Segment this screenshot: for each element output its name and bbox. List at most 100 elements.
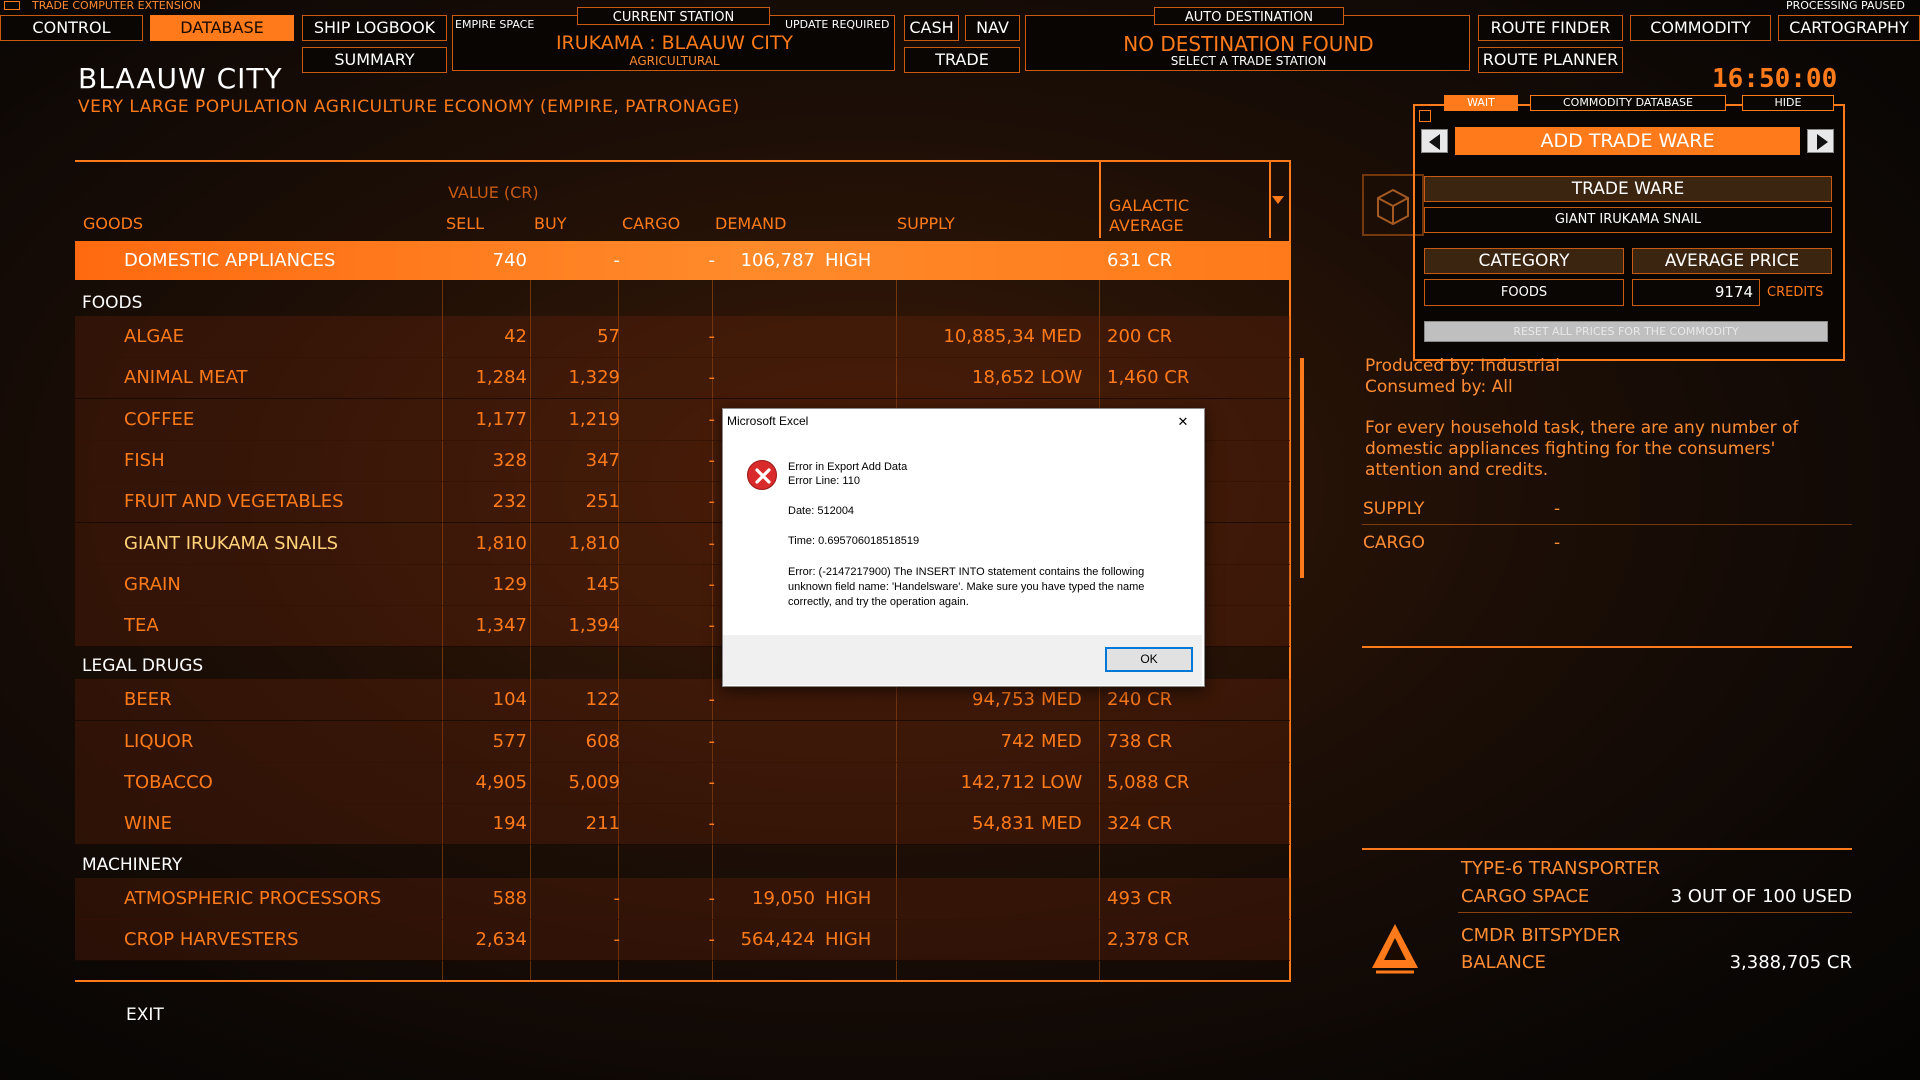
reset-prices-button[interactable]: RESET ALL PRICES FOR THE COMMODITY	[1424, 321, 1828, 342]
database-button[interactable]: DATABASE	[150, 15, 294, 41]
table-row-selected[interactable]: DOMESTIC APPLIANCES 740 - - 106,787 HIGH…	[75, 241, 1290, 280]
cmdr-name: CMDR BITSPYDER	[1461, 925, 1621, 946]
error-line2: Error Line: 110	[788, 475, 860, 487]
name: FISH	[124, 449, 165, 471]
route-finder-button[interactable]: ROUTE FINDER	[1478, 15, 1623, 41]
add-trade-ware-button[interactable]: ADD TRADE WARE	[1455, 127, 1800, 155]
supply-value: -	[1554, 499, 1561, 519]
scrollbar-track[interactable]	[1300, 358, 1304, 578]
galactic-average-header-line2[interactable]: AVERAGE	[1109, 216, 1184, 235]
cash-button[interactable]: CASH	[904, 15, 959, 41]
sort-dropdown-icon[interactable]	[1272, 196, 1284, 204]
table-row[interactable]: ANIMAL MEAT 1,284 1,329 - 18,652 LOW 1,460 CR	[75, 357, 1290, 400]
dialog-close-button[interactable]: ✕	[1171, 412, 1195, 432]
checkbox-icon[interactable]	[4, 1, 20, 10]
avg-cell: 2,378 CR	[1107, 928, 1190, 950]
demand-header[interactable]: DEMAND	[715, 214, 786, 233]
next-arrow-button[interactable]	[1807, 129, 1834, 153]
name: BEER	[124, 689, 172, 711]
buy-cell: 1,394	[568, 615, 620, 637]
supply-cell: 142,712	[960, 772, 1035, 793]
average-price-field[interactable]: 9174	[1632, 279, 1760, 306]
demand-level-cell: HIGH	[825, 928, 872, 950]
cartography-button[interactable]: CARTOGRAPHY	[1778, 15, 1920, 41]
buy-header[interactable]: BUY	[534, 214, 566, 233]
trade-ware-field[interactable]: GIANT IRUKAMA SNAIL	[1424, 207, 1832, 233]
category-label: CATEGORY	[1424, 248, 1624, 274]
faction-emblem-icon	[1364, 920, 1426, 976]
name: LIQUOR	[124, 730, 194, 752]
station-subtitle: VERY LARGE POPULATION AGRICULTURE ECONOM…	[78, 97, 740, 117]
right-arrow-icon	[1817, 134, 1828, 150]
clock: 16:50:00	[1712, 64, 1838, 94]
sell-cell: 1,810	[475, 532, 527, 554]
demand-level: HIGH	[825, 250, 872, 271]
wait-tab[interactable]: WAIT	[1444, 95, 1518, 111]
current-station-tab: CURRENT STATION	[577, 7, 770, 25]
name: CROP HARVESTERS	[124, 928, 299, 950]
nav-button[interactable]: NAV	[965, 15, 1020, 41]
divider	[1362, 646, 1852, 648]
panel-checkbox-icon[interactable]	[1419, 110, 1431, 122]
table-row[interactable]: TOBACCO 4,905 5,009 - 142,712 LOW 5,088 CR	[75, 762, 1290, 804]
name: COFFEE	[124, 408, 195, 430]
cargo-cell: -	[708, 326, 716, 347]
commodity-button[interactable]: COMMODITY	[1630, 15, 1771, 41]
goods-header[interactable]: GOODS	[83, 214, 143, 233]
cargo-cell: -	[708, 573, 716, 595]
buy-cell: -	[613, 928, 621, 950]
category-header[interactable]: LEGAL DRUGS	[82, 656, 203, 676]
buy-cell: 5,009	[568, 772, 620, 793]
trade-button[interactable]: TRADE	[904, 47, 1020, 73]
cargo-cell: -	[708, 449, 716, 471]
name: TOBACCO	[124, 772, 213, 793]
ok-button[interactable]: OK	[1105, 647, 1193, 672]
table-row[interactable]: LIQUOR 577 608 - 742 MED 738 CR	[75, 720, 1290, 763]
auto-destination-label: AUTO DESTINATION	[1184, 10, 1314, 25]
average-price-label: AVERAGE PRICE	[1632, 248, 1832, 274]
extension-label: TRADE COMPUTER EXTENSION	[32, 0, 201, 12]
buy-cell: 1,810	[568, 532, 620, 554]
divider	[1362, 524, 1852, 525]
category-field[interactable]: FOODS	[1424, 279, 1624, 306]
destination-hint: SELECT A TRADE STATION	[1170, 54, 1327, 68]
sell-cell: 104	[492, 689, 527, 711]
cargo-cell: -	[708, 367, 716, 389]
cargo-header[interactable]: CARGO	[622, 214, 680, 233]
table-row[interactable]: ATMOSPHERIC PROCESSORS 588 - - 19,050 HIGH 493…	[75, 877, 1290, 920]
table-row[interactable]: CROP HARVESTERS 2,634 - - 564,424 HIGH 2,378 C…	[75, 918, 1290, 961]
error-date: Date: 512004	[788, 505, 855, 517]
value-header: VALUE (CR)	[448, 183, 539, 202]
auto-destination-panel: AUTO DESTINATION NO DESTINATION FOUND SE…	[1025, 7, 1470, 71]
sell-header[interactable]: SELL	[446, 214, 484, 233]
avg-cell: 5,088 CR	[1107, 772, 1190, 793]
supply-level-cell: LOW	[1041, 772, 1083, 793]
avg-cell: 738 CR	[1107, 730, 1173, 752]
route-planner-button[interactable]: ROUTE PLANNER	[1478, 47, 1623, 73]
table-row[interactable]: ALGAE 42 57 - 10,885,34 MED 200 CR	[75, 316, 1290, 358]
summary-button[interactable]: SUMMARY	[302, 47, 447, 73]
error-message: Error: (-2147217900) The INSERT INTO sta…	[788, 566, 1145, 608]
hide-tab[interactable]: HIDE	[1742, 95, 1834, 111]
name: WINE	[124, 813, 172, 835]
supply-header[interactable]: SUPPLY	[897, 214, 955, 233]
consumed-by: Consumed by: All	[1365, 377, 1513, 397]
commodity-database-tab[interactable]: COMMODITY DATABASE	[1530, 95, 1726, 111]
sell-cell: 577	[492, 730, 527, 752]
name: GIANT IRUKAMA SNAILS	[124, 532, 339, 554]
goods-name: DOMESTIC APPLIANCES	[124, 250, 336, 271]
galactic-average-header-line1[interactable]: GALACTIC	[1109, 196, 1189, 215]
avg-cell: 324 CR	[1107, 813, 1173, 835]
previous-arrow-button[interactable]	[1421, 129, 1448, 153]
station-title: BLAAUW CITY	[78, 62, 283, 95]
table-row[interactable]: WINE 194 211 - 54,831 MED 324 CR	[75, 803, 1290, 846]
current-station-panel: EMPIRE SPACE CURRENT STATION UPDATE REQU…	[452, 7, 895, 71]
control-button[interactable]: CONTROL	[0, 15, 143, 41]
cargo-cell: -	[708, 491, 716, 513]
sell-cell: 1,284	[475, 367, 527, 389]
category-header[interactable]: MACHINERY	[82, 855, 182, 875]
category-header[interactable]: FOODS	[82, 293, 142, 313]
ship-logbook-button[interactable]: SHIP LOGBOOK	[302, 15, 447, 41]
exit-button[interactable]: EXIT	[126, 1005, 164, 1025]
cargo-value: -	[1554, 533, 1561, 553]
